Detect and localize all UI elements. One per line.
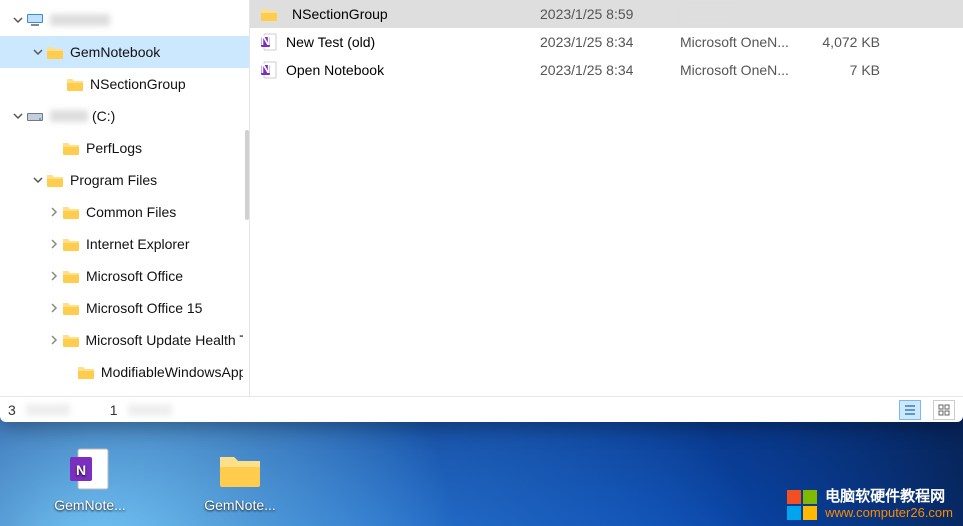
- desktop-icon-label: GemNote...: [200, 497, 280, 513]
- tree-item-modifiable-windows-apps[interactable]: ModifiableWindowsApps: [0, 356, 249, 388]
- status-item-count: 3: [8, 402, 16, 418]
- status-blur: [128, 404, 172, 416]
- tree-label: Internet Explorer: [86, 236, 190, 252]
- view-details-button[interactable]: [899, 400, 921, 420]
- tree-item-program-files[interactable]: Program Files: [0, 164, 249, 196]
- watermark-title: 电脑软硬件教程网: [825, 489, 953, 506]
- folder-icon: [62, 203, 80, 221]
- tree-label: Microsoft Office 15: [86, 300, 202, 316]
- tree-item-common-files[interactable]: Common Files: [0, 196, 249, 228]
- tree-label: ModifiableWindowsApps: [101, 364, 243, 380]
- site-watermark: 电脑软硬件教程网 www.computer26.com: [787, 489, 953, 520]
- tree-label: Microsoft Update Health T: [86, 332, 243, 348]
- file-type: Microsoft OneN...: [680, 62, 810, 78]
- tree-item-root-share[interactable]: [0, 4, 249, 36]
- tree-item-gemnotebook[interactable]: GemNotebook: [0, 36, 249, 68]
- tree-label: PerfLogs: [86, 140, 142, 156]
- status-bar: 3 1: [0, 396, 963, 422]
- file-name: NSectionGroup: [292, 6, 388, 22]
- svg-text:N: N: [260, 33, 270, 48]
- folder-icon: [46, 171, 64, 189]
- folder-icon: [62, 267, 80, 285]
- tree-label: [50, 110, 88, 122]
- view-large-icons-button[interactable]: [933, 400, 955, 420]
- onenote-file-icon: N: [66, 445, 114, 493]
- tree-item-microsoft-office-15[interactable]: Microsoft Office 15: [0, 292, 249, 324]
- file-list-pane: NSectionGroup 2023/1/25 8:59 N New Test …: [250, 0, 963, 396]
- file-row[interactable]: NSectionGroup 2023/1/25 8:59: [250, 0, 963, 28]
- tree-label: [50, 14, 110, 26]
- desktop-icon-gemnote-folder[interactable]: GemNote...: [200, 445, 280, 513]
- tree-label: Common Files: [86, 204, 176, 220]
- chevron-right-icon[interactable]: [46, 335, 62, 345]
- file-date: 2023/1/25 8:34: [540, 34, 680, 50]
- tree-item-nsectiongroup[interactable]: NSectionGroup: [0, 68, 249, 100]
- file-explorer-window: GemNotebook NSectionGroup (C:) PerfLogs: [0, 0, 963, 422]
- tree-label: Program Files: [70, 172, 157, 188]
- folder-icon: [46, 43, 64, 61]
- file-row[interactable]: N Open Notebook 2023/1/25 8:34 Microsoft…: [250, 56, 963, 84]
- file-name: Open Notebook: [286, 62, 384, 78]
- folder-icon: [62, 235, 80, 253]
- tree-item-ms-update-health[interactable]: Microsoft Update Health T: [0, 324, 249, 356]
- tree-label: Microsoft Office: [86, 268, 183, 284]
- file-name: New Test (old): [286, 34, 375, 50]
- tree-drive-letter: (C:): [92, 108, 115, 124]
- file-type: Microsoft OneN...: [680, 34, 810, 50]
- tree-item-microsoft-office[interactable]: Microsoft Office: [0, 260, 249, 292]
- file-date: 2023/1/25 8:59: [540, 6, 680, 22]
- folder-icon: [62, 299, 80, 317]
- folder-icon: [260, 5, 278, 23]
- svg-text:N: N: [76, 462, 86, 478]
- onenote-file-icon: N: [260, 61, 278, 79]
- chevron-down-icon[interactable]: [30, 175, 46, 185]
- network-drive-icon: [26, 11, 44, 29]
- folder-icon: [62, 139, 80, 157]
- status-selected-count: 1: [110, 402, 118, 418]
- onenote-file-icon: N: [260, 33, 278, 51]
- watermark-url: www.computer26.com: [825, 506, 953, 520]
- chevron-down-icon[interactable]: [30, 47, 46, 57]
- chevron-right-icon[interactable]: [46, 303, 62, 313]
- drive-icon: [26, 107, 44, 125]
- windows-logo-icon: [787, 490, 817, 520]
- file-size: 7 KB: [810, 62, 880, 78]
- chevron-down-icon[interactable]: [10, 111, 26, 121]
- tree-label: GemNotebook: [70, 44, 160, 60]
- file-type: [680, 8, 740, 20]
- folder-icon: [77, 363, 95, 381]
- chevron-right-icon[interactable]: [46, 207, 62, 217]
- svg-text:N: N: [260, 61, 270, 76]
- status-blur: [26, 404, 70, 416]
- chevron-down-icon[interactable]: [10, 15, 26, 25]
- chevron-right-icon[interactable]: [46, 271, 62, 281]
- folder-icon: [216, 445, 264, 493]
- desktop-icon-label: GemNote...: [50, 497, 130, 513]
- navigation-pane: GemNotebook NSectionGroup (C:) PerfLogs: [0, 0, 250, 396]
- chevron-right-icon[interactable]: [46, 239, 62, 249]
- folder-icon: [66, 75, 84, 93]
- tree-label: NSectionGroup: [90, 76, 186, 92]
- folder-icon: [62, 331, 80, 349]
- tree-item-internet-explorer[interactable]: Internet Explorer: [0, 228, 249, 260]
- file-size: 4,072 KB: [810, 34, 880, 50]
- file-date: 2023/1/25 8:34: [540, 62, 680, 78]
- tree-item-perflogs[interactable]: PerfLogs: [0, 132, 249, 164]
- desktop-icon-gemnote-file[interactable]: N GemNote...: [50, 445, 130, 513]
- file-row[interactable]: N New Test (old) 2023/1/25 8:34 Microsof…: [250, 28, 963, 56]
- tree-item-drive-c[interactable]: (C:): [0, 100, 249, 132]
